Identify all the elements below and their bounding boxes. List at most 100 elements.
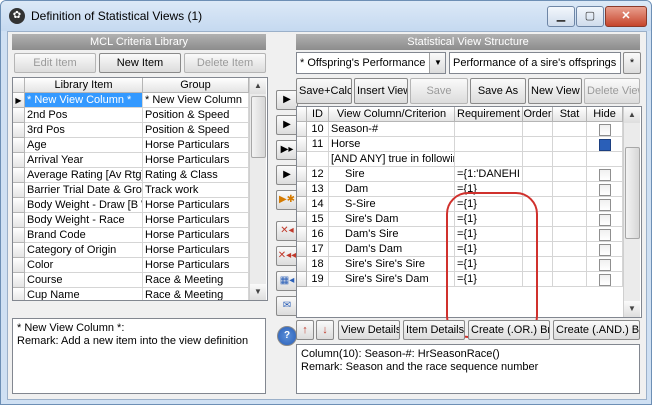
row-header[interactable] xyxy=(13,168,25,183)
create-and-branch-button[interactable]: Create (.AND.) Br xyxy=(553,320,640,340)
edit-item-button[interactable]: Edit Item xyxy=(14,53,96,73)
view-row-requirement[interactable]: ={1:'DANEHI xyxy=(455,167,523,182)
col-header-requirement[interactable]: Requirement xyxy=(455,107,523,122)
view-row-criterion[interactable]: Sire xyxy=(329,167,455,182)
library-group-cell[interactable]: Horse Particulars xyxy=(143,213,249,228)
view-row-stat[interactable] xyxy=(553,167,587,182)
hide-checkbox[interactable] xyxy=(599,169,611,181)
library-group-cell[interactable]: Horse Particulars xyxy=(143,198,249,213)
view-row-order[interactable] xyxy=(523,167,553,182)
row-header[interactable] xyxy=(13,258,25,273)
view-name-field[interactable]: Performance of a sire's offsprings xyxy=(449,52,621,74)
view-row-order[interactable] xyxy=(523,122,553,137)
library-group-cell[interactable]: Horse Particulars xyxy=(143,138,249,153)
scroll-down-arrow[interactable]: ▼ xyxy=(624,301,640,317)
library-scrollbar[interactable]: ▲ ▼ xyxy=(249,78,266,300)
view-row-order[interactable] xyxy=(523,152,553,167)
view-row-hide[interactable] xyxy=(587,137,623,152)
view-row-requirement[interactable] xyxy=(455,137,523,152)
view-row-stat[interactable] xyxy=(553,212,587,227)
row-header[interactable] xyxy=(297,122,307,137)
hide-checkbox[interactable] xyxy=(599,229,611,241)
library-item-cell[interactable]: Brand Code xyxy=(25,228,143,243)
library-group-cell[interactable]: Horse Particulars xyxy=(143,258,249,273)
col-header-order[interactable]: Order xyxy=(523,107,553,122)
view-row-stat[interactable] xyxy=(553,152,587,167)
row-header[interactable] xyxy=(297,167,307,182)
view-row-criterion[interactable]: Season-# xyxy=(329,122,455,137)
library-group-cell[interactable]: Position & Speed xyxy=(143,123,249,138)
library-item-cell[interactable]: Category of Origin xyxy=(25,243,143,258)
new-view-button[interactable]: New View xyxy=(528,78,582,104)
move-up-button[interactable]: ↑ xyxy=(296,320,314,340)
row-header[interactable] xyxy=(13,108,25,123)
scroll-thumb[interactable] xyxy=(251,96,266,158)
library-group-cell[interactable]: Horse Particulars xyxy=(143,228,249,243)
row-header[interactable] xyxy=(13,273,25,288)
save-as-button[interactable]: Save As xyxy=(470,78,526,104)
view-row-stat[interactable] xyxy=(553,242,587,257)
view-row-id[interactable]: 18 xyxy=(307,257,329,272)
view-row-hide[interactable] xyxy=(587,272,623,287)
add-criterion-button[interactable]: ▶ xyxy=(276,115,298,135)
hide-checkbox[interactable] xyxy=(599,199,611,211)
hide-checkbox[interactable] xyxy=(599,259,611,271)
view-row-stat[interactable] xyxy=(553,197,587,212)
view-row-criterion[interactable]: Sire's Sire's Sire xyxy=(329,257,455,272)
scroll-up-arrow[interactable]: ▲ xyxy=(624,107,640,123)
view-row-stat[interactable] xyxy=(553,257,587,272)
library-group-cell[interactable]: Rating & Class xyxy=(143,168,249,183)
view-row-criterion[interactable]: Horse xyxy=(329,137,455,152)
library-item-cell[interactable]: Cup Name xyxy=(25,288,143,300)
library-group-cell[interactable]: Horse Particulars xyxy=(143,243,249,258)
hide-checkbox[interactable] xyxy=(599,244,611,256)
scroll-down-arrow[interactable]: ▼ xyxy=(250,284,266,300)
col-header-hide[interactable]: Hide xyxy=(587,107,623,122)
view-row-id[interactable]: 16 xyxy=(307,227,329,242)
view-row-stat[interactable] xyxy=(553,272,587,287)
library-group-cell[interactable]: Position & Speed xyxy=(143,108,249,123)
row-header[interactable] xyxy=(13,153,25,168)
maximize-button[interactable]: ▢ xyxy=(576,6,604,27)
delete-view-button[interactable]: Delete View xyxy=(584,78,640,104)
move-down-button[interactable]: ↓ xyxy=(316,320,334,340)
row-header[interactable] xyxy=(13,288,25,300)
row-header[interactable] xyxy=(297,182,307,197)
view-row-criterion[interactable]: Sire's Sire's Dam xyxy=(329,272,455,287)
library-item-cell[interactable]: Course xyxy=(25,273,143,288)
view-row-requirement[interactable] xyxy=(455,122,523,137)
view-row-stat[interactable] xyxy=(553,122,587,137)
view-grid-scrollbar[interactable]: ▲ ▼ xyxy=(623,107,640,317)
library-group-cell[interactable]: Track work xyxy=(143,183,249,198)
library-item-cell[interactable]: Age xyxy=(25,138,143,153)
library-item-cell[interactable]: 3rd Pos xyxy=(25,123,143,138)
view-row-id[interactable]: 12 xyxy=(307,167,329,182)
row-header[interactable] xyxy=(13,243,25,258)
row-header[interactable] xyxy=(297,227,307,242)
hide-checkbox[interactable] xyxy=(599,184,611,196)
close-button[interactable]: ✕ xyxy=(605,6,647,27)
view-details-button[interactable]: View Details xyxy=(338,320,400,340)
minimize-button[interactable]: ▁ xyxy=(547,6,575,27)
view-row-criterion[interactable]: [AND ANY] true in followin xyxy=(329,152,455,167)
row-header[interactable] xyxy=(297,212,307,227)
row-header[interactable]: ▶ xyxy=(13,93,25,108)
save-calc-button[interactable]: Save+Calc xyxy=(296,78,352,104)
hide-checkbox[interactable] xyxy=(599,124,611,136)
view-row-hide[interactable] xyxy=(587,242,623,257)
view-row-hide[interactable] xyxy=(587,212,623,227)
view-row-id[interactable]: 15 xyxy=(307,212,329,227)
library-group-cell[interactable]: Race & Meeting xyxy=(143,288,249,300)
grid-back-button[interactable]: ▦◂ xyxy=(276,271,298,291)
col-header-group[interactable]: Group xyxy=(143,78,249,93)
library-item-cell[interactable]: Average Rating [Av Rtg] xyxy=(25,168,143,183)
view-row-criterion[interactable]: Dam xyxy=(329,182,455,197)
library-item-cell[interactable]: Color xyxy=(25,258,143,273)
view-type-combo[interactable]: * Offspring's Performance ▼ xyxy=(296,52,446,74)
library-group-cell[interactable]: Race & Meeting xyxy=(143,273,249,288)
col-header-id[interactable]: ID xyxy=(307,107,329,122)
hide-checkbox[interactable] xyxy=(599,274,611,286)
view-row-criterion[interactable]: S-Sire xyxy=(329,197,455,212)
row-header[interactable] xyxy=(297,257,307,272)
view-row-stat[interactable] xyxy=(553,137,587,152)
